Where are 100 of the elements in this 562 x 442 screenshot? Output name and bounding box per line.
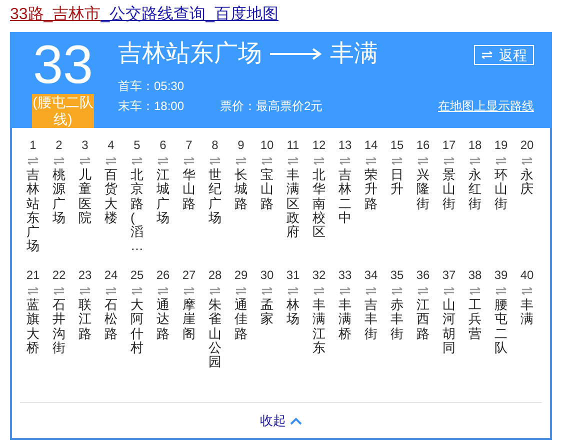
stop-name[interactable]: 华山路: [182, 168, 196, 211]
two-way-arrows-icon: [235, 157, 247, 165]
stop-name[interactable]: 山河胡同: [442, 298, 456, 356]
page-title-link[interactable]: _公交路线查询_百度地图: [100, 4, 278, 28]
two-way-arrows-icon: [469, 287, 481, 295]
stop-name[interactable]: 丰满区政府: [286, 168, 300, 240]
stop-name[interactable]: 江城广场: [156, 168, 170, 226]
stop-name[interactable]: 永红街: [468, 168, 482, 211]
two-way-arrows-icon: [339, 287, 351, 295]
two-way-arrows-icon: [495, 287, 507, 295]
two-way-arrows-icon: [365, 157, 377, 165]
stop-number: 14: [364, 138, 378, 152]
stop-name[interactable]: 吉林二中: [338, 168, 352, 226]
stop-number: 11: [286, 138, 300, 152]
stop-number: 33: [338, 268, 352, 282]
chevron-up-icon: [290, 416, 302, 424]
two-way-arrows-icon: [79, 287, 91, 295]
stop-name[interactable]: 吉林站东广场: [26, 168, 40, 254]
stop-number: 26: [156, 268, 170, 282]
two-way-arrows-icon: [209, 287, 221, 295]
stop-number: 37: [442, 268, 456, 282]
page-title-link[interactable]: 33路_吉林市: [10, 4, 101, 28]
stop-number: 28: [208, 268, 222, 282]
two-way-arrows-icon: [481, 51, 493, 59]
stop-number: 8: [212, 138, 218, 152]
stop-name[interactable]: 朱雀山公园: [208, 298, 222, 370]
stop-name[interactable]: 江西路: [416, 298, 430, 341]
stop-name[interactable]: 通佳路: [234, 298, 248, 341]
stop-name[interactable]: 兴隆街: [416, 168, 430, 211]
stop-name[interactable]: 桃源广场: [52, 168, 66, 226]
stop-name[interactable]: 环山街: [494, 168, 508, 211]
two-way-arrows-icon: [443, 157, 455, 165]
stop-number: 36: [416, 268, 430, 282]
stop-name[interactable]: 石井沟街: [52, 298, 66, 356]
two-way-arrows-icon: [391, 157, 403, 165]
stop-name[interactable]: 联江路: [78, 298, 92, 341]
two-way-arrows-icon: [53, 157, 65, 165]
two-way-arrows-icon: [313, 157, 325, 165]
stop-name[interactable]: 百货大楼: [104, 168, 118, 226]
two-way-arrows-icon: [183, 287, 195, 295]
stop-number: 25: [130, 268, 144, 282]
two-way-arrows-icon: [391, 287, 403, 295]
two-way-arrows-icon: [261, 157, 273, 165]
stop-number: 16: [416, 138, 430, 152]
stop-name[interactable]: 腰屯二队: [494, 298, 508, 356]
stop-name[interactable]: 蓝旗大桥: [26, 298, 40, 356]
last-bus-label: 末车：: [118, 98, 154, 115]
two-way-arrows-icon: [443, 287, 455, 295]
stop-name[interactable]: 孟家: [260, 298, 274, 327]
stop-name[interactable]: 林场: [286, 298, 300, 327]
stop-name[interactable]: 吉丰街: [364, 298, 378, 341]
stop-number: 38: [468, 268, 482, 282]
stop-name[interactable]: 丰满: [520, 298, 534, 327]
collapse-link[interactable]: 收起: [260, 410, 286, 430]
two-way-arrows-icon: [131, 287, 143, 295]
stop-name[interactable]: 日升: [390, 168, 404, 197]
stop-name[interactable]: 大阿什村: [130, 298, 144, 356]
two-way-arrows-icon: [417, 287, 429, 295]
origin-stop: 吉林站东广场: [118, 39, 262, 69]
arrow-icon: [270, 48, 322, 60]
stop-number: 10: [260, 138, 274, 152]
stop-number: 27: [182, 268, 196, 282]
stop-name[interactable]: 世纪广场: [208, 168, 222, 226]
stop-name[interactable]: 丰满江东: [312, 298, 326, 356]
stop-name[interactable]: 长城路: [234, 168, 248, 211]
stop-name[interactable]: 工兵营: [468, 298, 482, 341]
two-way-arrows-icon: [157, 287, 169, 295]
two-way-arrows-icon: [209, 157, 221, 165]
fare-value: 最高票价2元: [256, 98, 323, 115]
stop-name[interactable]: 景山街: [442, 168, 456, 211]
stop-name[interactable]: 永庆: [520, 168, 534, 197]
stop-number: 23: [78, 268, 92, 282]
stop-number: 13: [338, 138, 352, 152]
stop-number: 15: [390, 138, 404, 152]
stop-number: 12: [312, 138, 326, 152]
stop-number: 1: [30, 138, 36, 152]
stop-name[interactable]: 北京路(滔…: [130, 168, 144, 254]
stop-name[interactable]: 儿童医院: [78, 168, 92, 226]
fare-label: 票价：: [220, 98, 256, 115]
stop-name[interactable]: 通达路: [156, 298, 170, 341]
stop-name[interactable]: 北华南校区: [312, 168, 326, 240]
stop-name[interactable]: 丰满桥: [338, 298, 352, 341]
stop-name[interactable]: 宝山路: [260, 168, 274, 211]
stop-name[interactable]: 荣升路: [364, 168, 378, 211]
two-way-arrows-icon: [105, 157, 117, 165]
stop-name[interactable]: 石松路: [104, 298, 118, 341]
stop-number: 2: [56, 138, 62, 152]
destination-stop: 丰满: [330, 39, 378, 69]
stop-number: 22: [52, 268, 66, 282]
two-way-arrows-icon: [495, 157, 507, 165]
two-way-arrows-icon: [79, 157, 91, 165]
stop-number: 17: [442, 138, 456, 152]
stop-name[interactable]: 摩崖阁: [182, 298, 196, 341]
two-way-arrows-icon: [313, 287, 325, 295]
stop-name[interactable]: 赤丰街: [390, 298, 404, 341]
route-number: 33: [32, 36, 94, 94]
stop-number: 18: [468, 138, 482, 152]
stop-number: 9: [238, 138, 244, 152]
stop-number: 30: [260, 268, 274, 282]
stop-number: 32: [312, 268, 326, 282]
